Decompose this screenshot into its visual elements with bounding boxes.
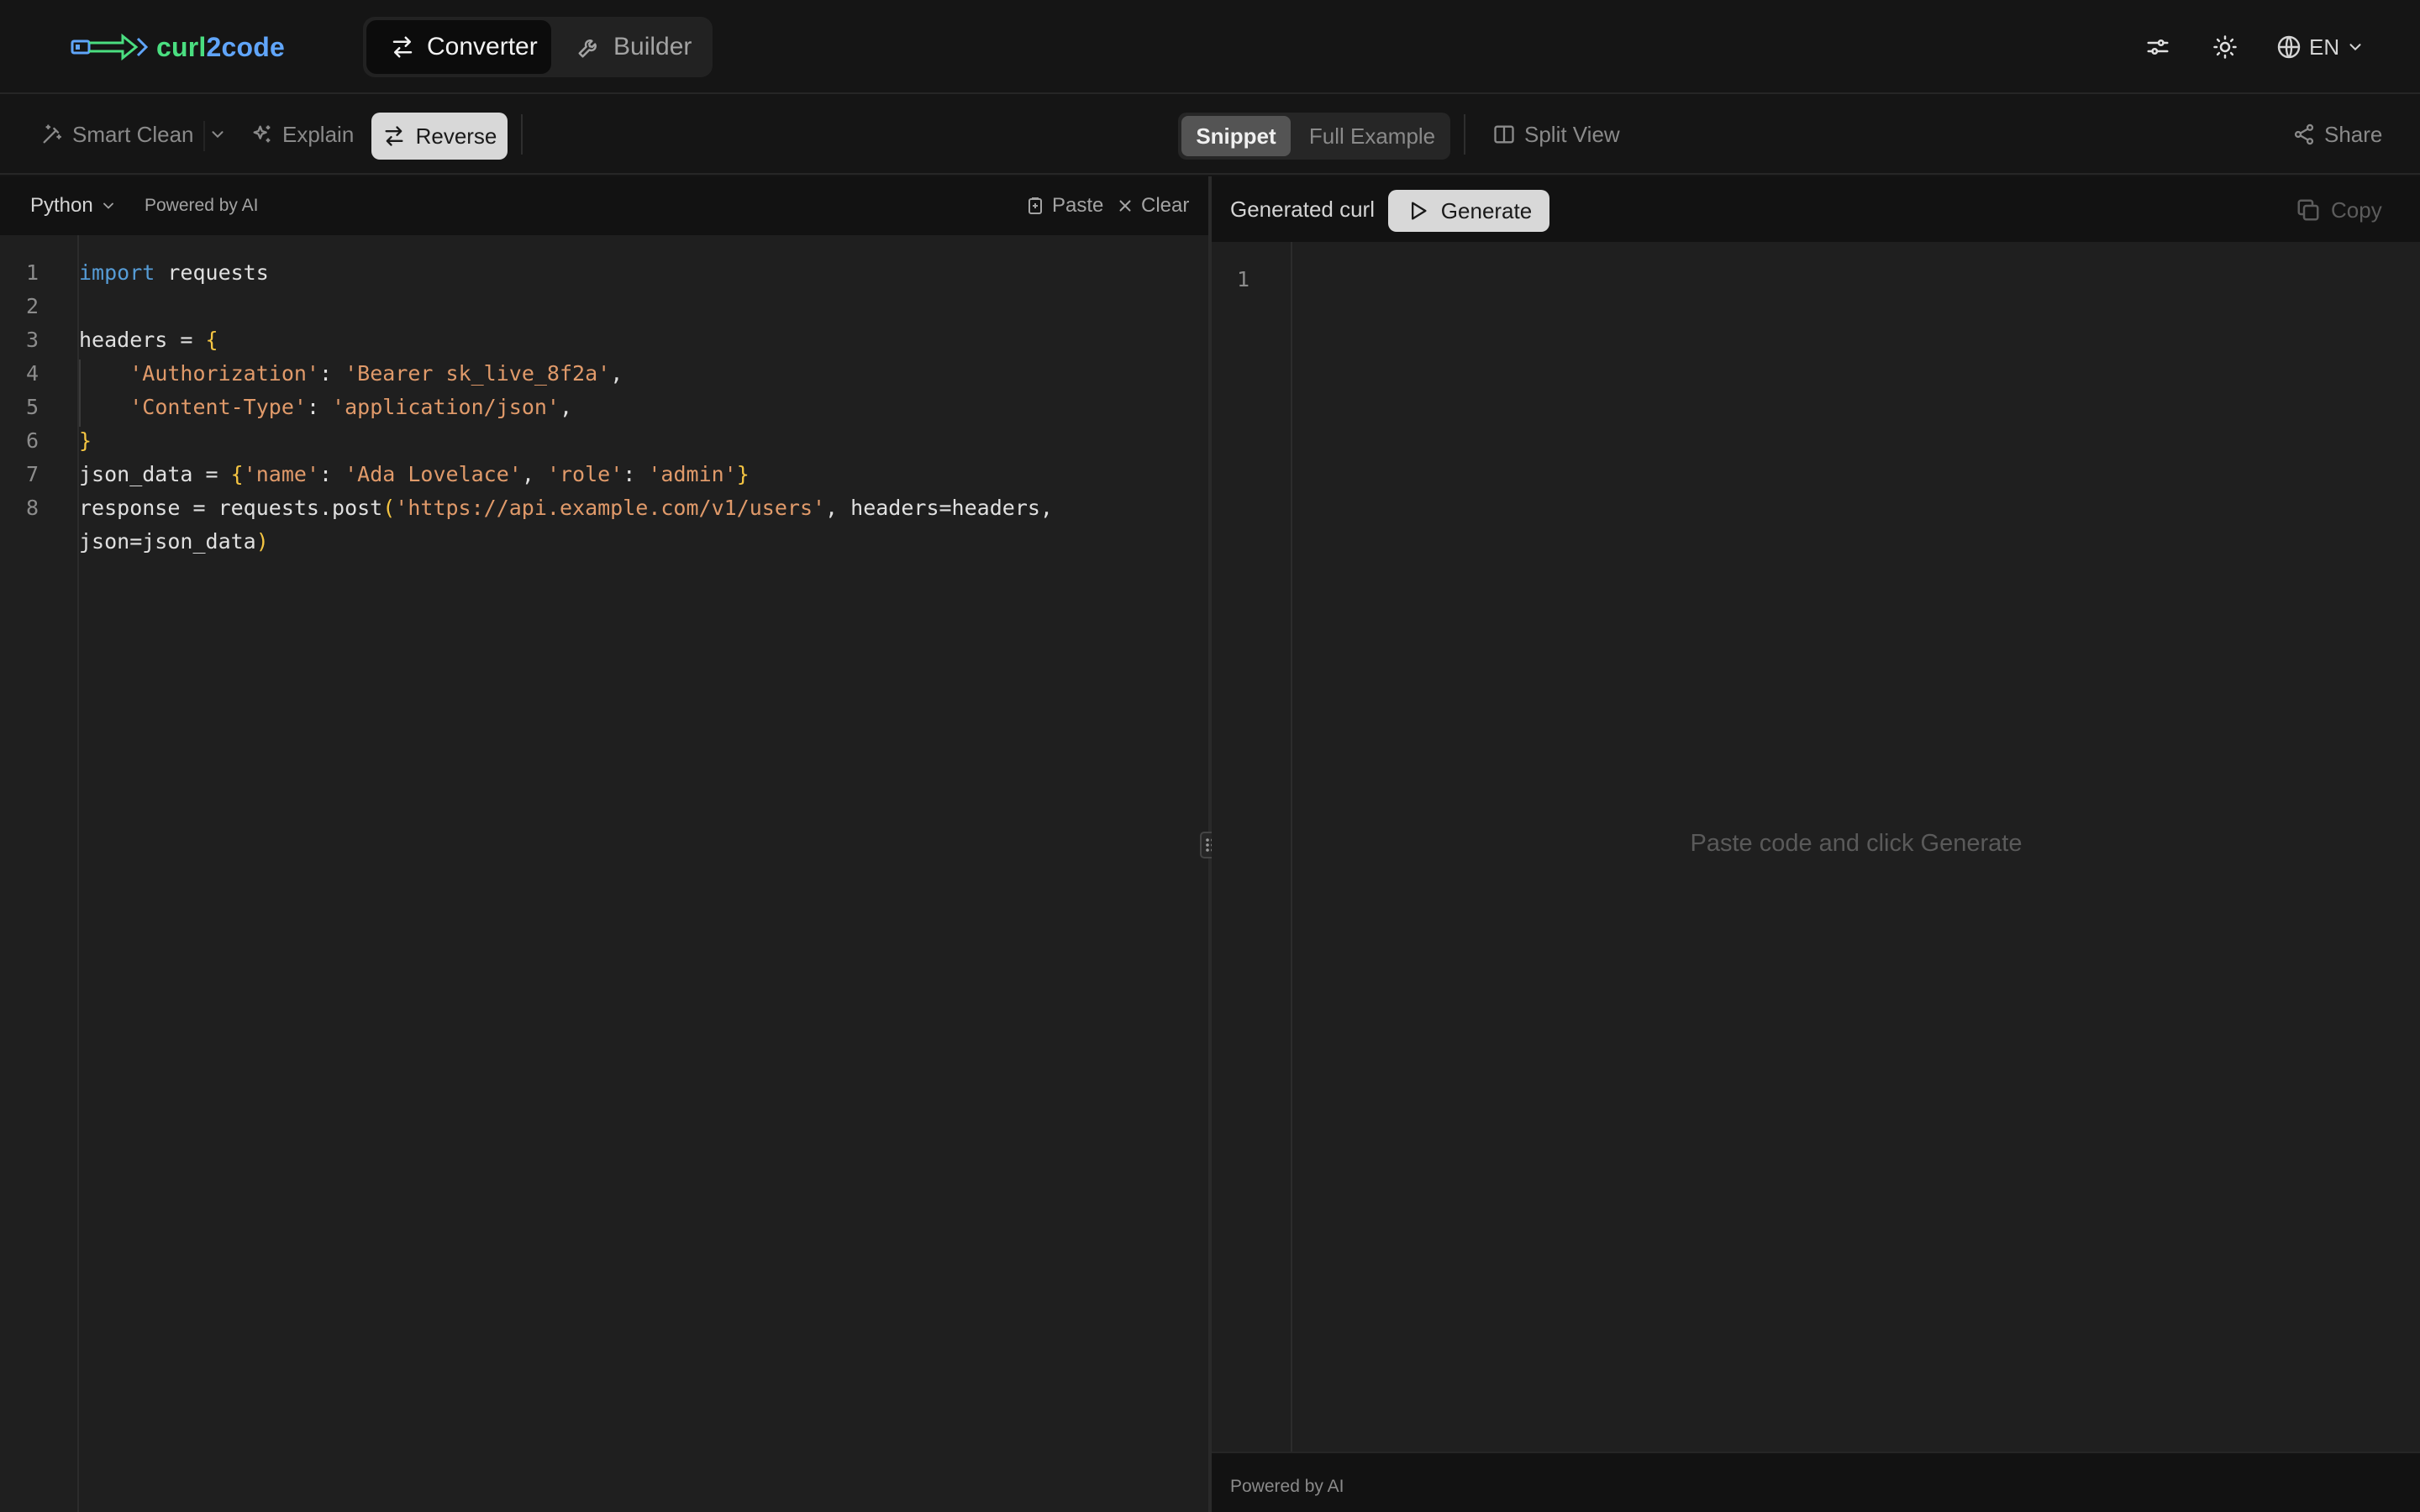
- top-bar: curl2code Converter Builder EN: [0, 0, 2420, 94]
- toolbar-divider: [521, 114, 523, 155]
- tab-converter-label: Converter: [427, 33, 538, 60]
- full-example-option[interactable]: Full Example: [1297, 116, 1447, 156]
- powered-by-ai-label: Powered by AI: [145, 196, 259, 215]
- tab-converter[interactable]: Converter: [366, 20, 551, 74]
- magic-wand-icon: [40, 123, 64, 146]
- share-button[interactable]: Share: [2292, 113, 2382, 156]
- gutter-divider: [77, 235, 79, 1512]
- arrows-swap-icon: [390, 34, 415, 60]
- language-dropdown[interactable]: Python: [30, 193, 117, 218]
- code-line: import requests: [79, 260, 269, 285]
- language-label: EN: [2309, 34, 2340, 60]
- settings-sliders-icon[interactable]: [2141, 30, 2175, 64]
- generate-label: Generate: [1440, 197, 1533, 223]
- theme-sun-icon[interactable]: [2208, 30, 2242, 64]
- share-label: Share: [2324, 121, 2383, 147]
- tab-builder-label: Builder: [613, 33, 692, 60]
- logo-text-2code: 2code: [206, 31, 285, 62]
- logo-text: curl2code: [156, 32, 285, 63]
- clear-button[interactable]: Clear: [1116, 193, 1189, 218]
- line-number: 7: [25, 462, 39, 486]
- toolbar: Smart Clean Explain Reverse Snippet Full…: [0, 96, 2420, 175]
- logo-arrow-icon: [71, 32, 150, 62]
- line-number: 2: [25, 294, 39, 318]
- output-pane-footer: Powered by AI: [1212, 1452, 2420, 1512]
- empty-state-message: Paste code and click Generate: [1690, 830, 2023, 857]
- code-line: json_data = {'name': 'Ada Lovelace', 'ro…: [79, 462, 750, 486]
- toolbar-divider: [1464, 114, 1465, 155]
- copy-button[interactable]: Copy: [2296, 195, 2382, 225]
- clear-label: Clear: [1141, 194, 1190, 217]
- tab-builder[interactable]: Builder: [561, 20, 708, 74]
- reverse-button[interactable]: Reverse: [371, 113, 508, 160]
- code-line: json=json_data): [79, 529, 269, 554]
- line-number: 6: [25, 428, 39, 453]
- logo-text-curl: curl: [156, 31, 207, 62]
- logo[interactable]: curl2code: [71, 29, 285, 66]
- snippet-option[interactable]: Snippet: [1181, 116, 1291, 156]
- split-view-label: Split View: [1524, 121, 1620, 147]
- share-icon: [2292, 123, 2316, 146]
- language-selector[interactable]: EN: [2275, 29, 2365, 66]
- wrench-icon: [576, 34, 602, 60]
- output-pane-header: Generated curl Generate Copy: [1212, 176, 2420, 242]
- arrows-swap-icon: [382, 124, 406, 148]
- chevron-down-icon: [100, 197, 117, 214]
- paste-label: Paste: [1052, 194, 1104, 217]
- input-pane-header: Python Powered by AI Paste Clear: [0, 176, 1208, 235]
- generated-output-editor[interactable]: 1 Paste code and click Generate: [1212, 242, 2420, 1452]
- smart-clean-split-divider: [203, 121, 205, 151]
- sparkles-icon: [250, 123, 274, 146]
- split-view-button[interactable]: Split View: [1492, 113, 1620, 156]
- clipboard-icon: [1025, 196, 1045, 216]
- code-line: 'Content-Type': 'application/json',: [129, 395, 573, 419]
- mode-switcher: Converter Builder: [363, 17, 713, 77]
- smart-clean-options-button[interactable]: [208, 113, 227, 156]
- split-panel-icon: [1492, 123, 1516, 146]
- copy-icon: [2296, 197, 2321, 223]
- explain-button[interactable]: Explain: [250, 113, 354, 156]
- copy-label: Copy: [2331, 197, 2382, 223]
- powered-by-ai-label: Powered by AI: [1230, 1477, 1344, 1496]
- code-line: }: [79, 428, 92, 453]
- generate-button[interactable]: Generate: [1388, 190, 1549, 232]
- view-mode-toggle: Snippet Full Example: [1178, 113, 1450, 160]
- line-number: 1: [1237, 267, 1250, 291]
- line-number: 4: [25, 361, 39, 386]
- play-icon: [1406, 199, 1429, 223]
- line-number: 3: [25, 328, 39, 352]
- line-number: 1: [25, 260, 39, 285]
- code-line: 'Authorization': 'Bearer sk_live_8f2a',: [129, 361, 623, 386]
- explain-label: Explain: [282, 121, 355, 147]
- code-input-editor[interactable]: 1 2 3 4 5 6 7 8 import requests headers …: [0, 235, 1208, 1512]
- chevron-down-icon: [2346, 38, 2365, 56]
- line-number: 8: [25, 496, 39, 520]
- code-line: headers = {: [79, 328, 218, 352]
- language-dropdown-label: Python: [30, 194, 93, 217]
- code-line: response = requests.post('https://api.ex…: [79, 496, 1053, 520]
- chevron-down-icon: [208, 125, 227, 144]
- paste-button[interactable]: Paste: [1025, 193, 1103, 218]
- reverse-label: Reverse: [415, 123, 497, 149]
- smart-clean-button[interactable]: Smart Clean: [40, 113, 194, 156]
- smart-clean-label: Smart Clean: [72, 121, 194, 147]
- close-icon: [1116, 197, 1134, 215]
- globe-icon: [2275, 34, 2302, 60]
- line-number: 5: [25, 395, 39, 419]
- output-pane-title: Generated curl: [1230, 197, 1375, 222]
